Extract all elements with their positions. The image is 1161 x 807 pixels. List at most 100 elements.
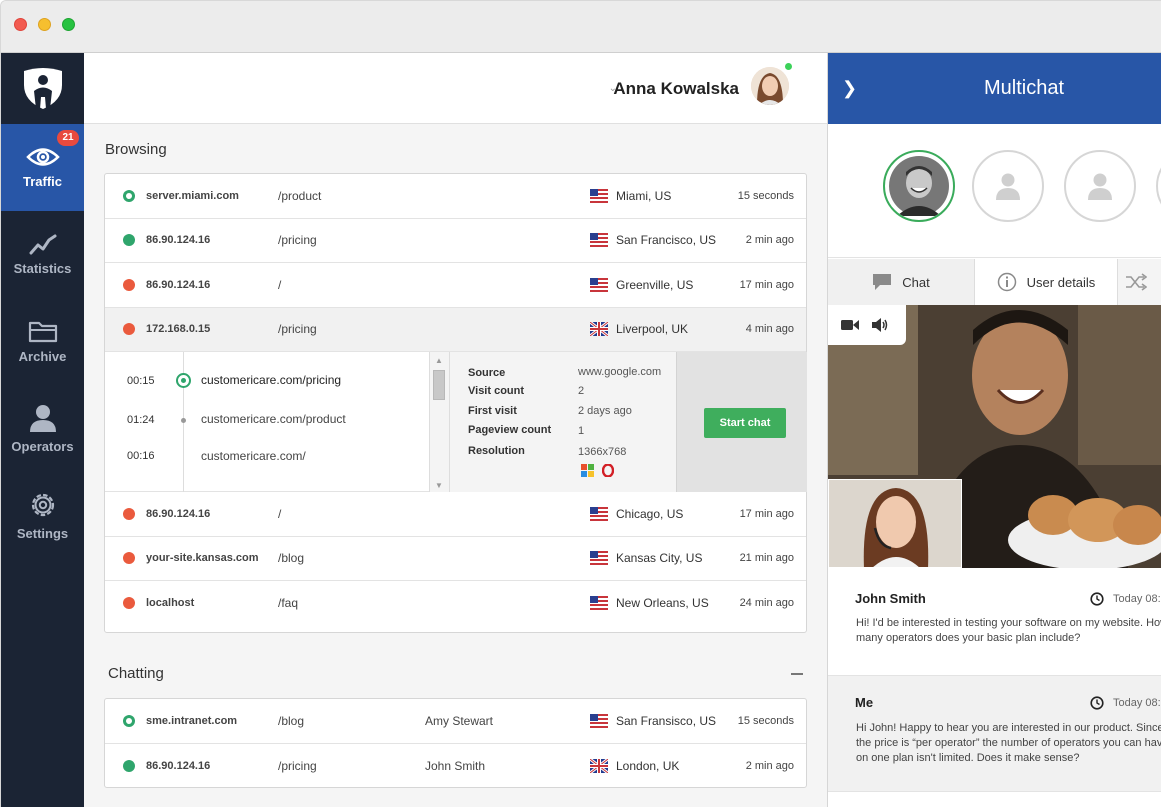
close-window-button[interactable] — [14, 18, 27, 31]
us-flag-icon — [590, 713, 608, 728]
us-flag-icon — [590, 233, 608, 248]
operator-avatar-empty[interactable] — [1064, 150, 1136, 222]
notification-badge: 21 — [57, 130, 79, 146]
visitor-info: Source www.google.com Visit count 2 Firs… — [450, 352, 676, 492]
us-flag-icon — [590, 188, 608, 203]
timeline-url[interactable]: customericare.com/ — [201, 449, 306, 463]
chatting-table: sme.intranet.com /blog Amy Stewart San F… — [104, 698, 807, 788]
camera-icon[interactable] — [841, 319, 859, 331]
eye-icon — [25, 148, 60, 166]
operator-avatar-empty[interactable] — [1156, 150, 1161, 222]
video-call[interactable] — [828, 305, 1161, 568]
sidebar-item-label: Settings — [16, 526, 69, 541]
main-content: Browsing server.miami.com /product Miami… — [84, 124, 827, 807]
table-row[interactable]: your-site.kansas.com /blog Kansas City, … — [105, 537, 806, 581]
us-flag-icon — [590, 506, 608, 521]
chart-line-icon — [29, 234, 56, 255]
uk-flag-icon — [590, 322, 608, 337]
uk-flag-icon — [590, 758, 608, 773]
timeline-scrollbar[interactable]: ▲ ▼ — [430, 352, 450, 492]
app-logo[interactable] — [1, 53, 84, 124]
sidebar-item-traffic[interactable]: Traffic 21 — [1, 124, 84, 211]
window-titlebar — [1, 1, 1161, 53]
table-row[interactable]: 86.90.124.16 /pricing San Francisco, US … — [105, 219, 806, 263]
timeline-url[interactable]: customericare.com/product — [201, 412, 346, 426]
minimize-window-button[interactable] — [38, 18, 51, 31]
chatting-title: Chatting — [108, 665, 164, 682]
chat-bubble-icon — [873, 274, 892, 290]
status-icon — [123, 759, 135, 772]
tab-user-details[interactable]: User details — [975, 259, 1118, 305]
maximize-window-button[interactable] — [62, 18, 75, 31]
sidebar-item-statistics[interactable]: Statistics — [1, 211, 84, 298]
tab-transfer[interactable] — [1118, 259, 1161, 305]
multichat-panel: ❯ Multichat Chat User details John Smith… — [827, 53, 1161, 807]
chevron-right-icon[interactable]: ❯ — [842, 78, 857, 99]
tab-chat[interactable]: Chat — [828, 259, 975, 305]
multichat-header: ❯ Multichat — [828, 53, 1161, 124]
status-icon — [123, 278, 135, 291]
status-icon — [123, 189, 135, 202]
opera-browser-icon — [602, 464, 614, 477]
video-controls — [828, 305, 906, 345]
visitor-detail: 00:15 customericare.com/pricing 01:24 cu… — [105, 352, 807, 492]
us-flag-icon — [590, 277, 608, 292]
chat-message: John Smith Today 08:0 Hi! I'd be interes… — [828, 568, 1161, 676]
self-video-image — [829, 480, 961, 567]
us-flag-icon — [590, 551, 608, 566]
status-icon — [123, 714, 135, 727]
current-page-icon — [176, 373, 191, 388]
sidebar-item-label: Operators — [11, 439, 74, 454]
scroll-thumb[interactable] — [433, 370, 445, 400]
scroll-down-icon[interactable]: ▼ — [435, 481, 443, 490]
clock-icon — [1090, 696, 1104, 710]
table-row[interactable]: 86.90.124.16 / Chicago, US 17 min ago — [105, 492, 806, 537]
timeline-dot — [181, 418, 186, 423]
browsing-table: server.miami.com /product Miami, US 15 s… — [104, 173, 807, 633]
start-chat-button[interactable]: Start chat — [704, 408, 786, 438]
table-row[interactable]: 86.90.124.16 /pricing John Smith London,… — [105, 744, 806, 789]
windows-icon — [581, 464, 594, 477]
person-icon — [29, 405, 56, 432]
collapse-icon[interactable] — [791, 673, 803, 675]
user-menu[interactable]: Anna Kowalska — [613, 79, 739, 99]
app-window: Traffic 21 Statistics Archive Operators — [0, 0, 1161, 807]
multichat-title: Multichat — [984, 77, 1065, 99]
status-icon — [123, 234, 135, 247]
online-status-icon — [784, 62, 793, 71]
sidebar-item-archive[interactable]: Archive — [1, 298, 84, 385]
table-row[interactable]: sme.intranet.com /blog Amy Stewart San F… — [105, 699, 806, 744]
table-row-selected[interactable]: 172.168.0.15 /pricing Liverpool, UK 4 mi… — [105, 307, 806, 352]
gear-icon — [31, 493, 54, 517]
sidebar-item-label: Statistics — [13, 261, 72, 276]
info-icon — [997, 272, 1016, 292]
avatar[interactable] — [751, 67, 789, 105]
sidebar-item-settings[interactable]: Settings — [1, 472, 84, 559]
person-icon — [996, 173, 1020, 200]
sidebar: Traffic 21 Statistics Archive Operators — [1, 53, 84, 807]
shuffle-icon — [1125, 273, 1147, 291]
sidebar-item-label: Traffic — [22, 174, 62, 189]
table-row[interactable]: 86.90.124.16 / Greenville, US 17 min ago — [105, 263, 806, 308]
operator-list — [828, 124, 1161, 258]
clock-icon — [1090, 592, 1104, 606]
folder-icon — [28, 321, 57, 343]
table-row[interactable]: localhost /faq New Orleans, US 24 min ag… — [105, 581, 806, 626]
table-row[interactable]: server.miami.com /product Miami, US 15 s… — [105, 174, 806, 219]
status-icon — [123, 323, 135, 336]
sidebar-item-operators[interactable]: Operators — [1, 385, 84, 472]
chat-message-own: Me Today 08:0 Hi John! Happy to hear you… — [828, 676, 1161, 792]
operator-avatar-empty[interactable] — [972, 150, 1044, 222]
person-icon — [1088, 173, 1112, 200]
us-flag-icon — [590, 596, 608, 611]
self-video-preview[interactable] — [828, 479, 962, 568]
browsing-title: Browsing — [105, 141, 167, 158]
logo-icon — [23, 67, 62, 109]
speaker-icon[interactable] — [871, 317, 889, 333]
operator-avatar-active[interactable] — [883, 150, 955, 222]
status-icon — [123, 507, 135, 520]
scroll-up-icon[interactable]: ▲ — [435, 356, 443, 365]
timeline-url[interactable]: customericare.com/pricing — [201, 373, 341, 387]
detail-action-area: Start chat — [676, 352, 807, 492]
status-icon — [123, 552, 135, 565]
